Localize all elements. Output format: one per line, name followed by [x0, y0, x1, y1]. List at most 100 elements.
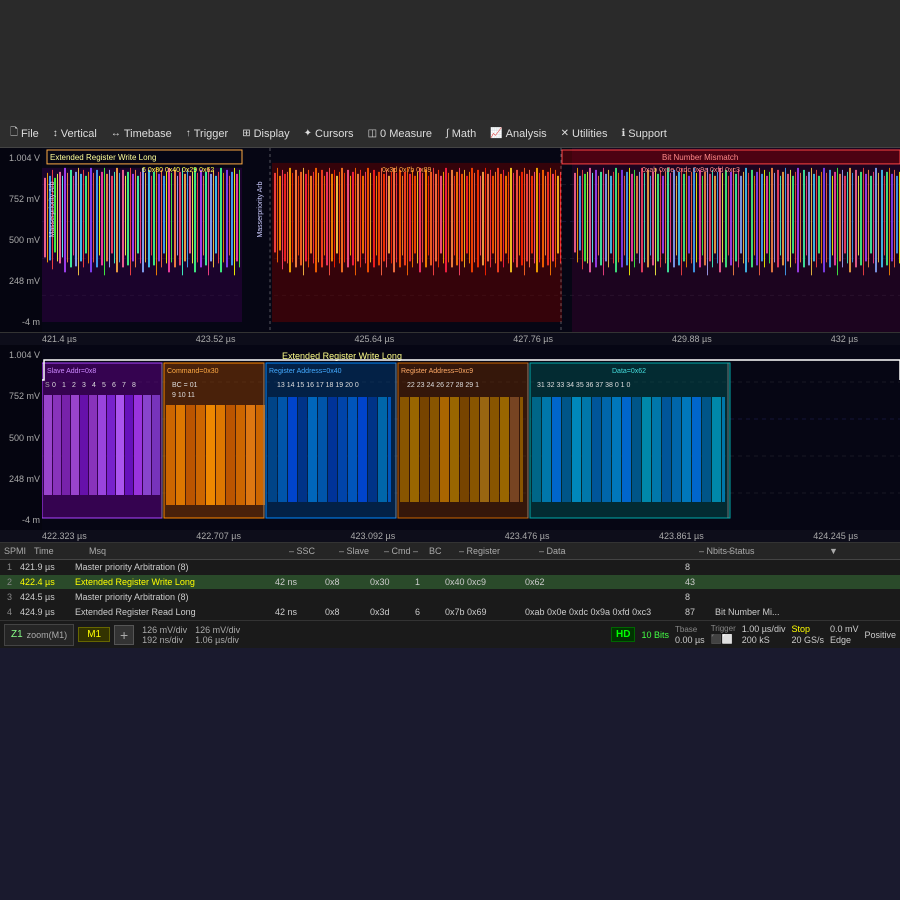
x-label-t4: 427.76 µs: [513, 334, 553, 344]
row1-msg: Master priority Arbitration (8): [71, 561, 271, 573]
row1-slave: [321, 561, 366, 573]
menu-vertical[interactable]: ↕ Vertical: [47, 126, 103, 142]
row2-status: [711, 576, 811, 588]
y-label-5: -4 m: [2, 317, 40, 327]
add-channel-button[interactable]: +: [114, 625, 134, 645]
svg-text:5: 5: [102, 382, 106, 389]
svg-text:13 14 15 16 17 18 19 20: 13 14 15 16 17 18 19 20 0: [277, 382, 359, 389]
rate1: 1.00 µs/div: [742, 624, 786, 634]
svg-text:Slave Addr=0x8: Slave Addr=0x8: [47, 368, 96, 375]
row1-status: [711, 561, 811, 573]
scope-container: 🗋 File ↕ Vertical ↔ Timebase ↑ Trigger ⊞…: [0, 120, 900, 648]
support-icon: ℹ: [621, 128, 625, 139]
menu-file[interactable]: 🗋 File: [4, 123, 45, 144]
channel-m1[interactable]: M1: [78, 627, 110, 642]
row3-time: 424.5 µs: [16, 591, 71, 603]
row3-slave: [321, 591, 366, 603]
th-data: – Data: [535, 545, 695, 557]
svg-text:Data=0x62: Data=0x62: [612, 368, 646, 375]
hd-badge: HD: [611, 627, 635, 642]
y-axis-bottom: 1.004 V 752 mV 500 mV 248 mV -4 m: [0, 345, 42, 530]
trigger-group: Trigger ⬛⬜: [711, 624, 736, 645]
row4-status: Bit Number Mi...: [711, 606, 811, 618]
y-label-2: 752 mV: [2, 194, 40, 204]
svg-text:Bit Number Mismatch: Bit Number Mismatch: [662, 153, 738, 162]
row2-nbits: 43: [681, 576, 711, 588]
status-right: HD 10 Bits Tbase 0.00 µs Trigger ⬛⬜ 1.00…: [611, 624, 896, 645]
svg-text:Masserpriority Arb: Masserpriority Arb: [257, 181, 264, 237]
x-label-t5: 429.88 µs: [672, 334, 712, 344]
row3-cmd: [366, 591, 411, 603]
menu-support[interactable]: ℹ Support: [615, 126, 672, 142]
row2-bc: 1: [411, 576, 441, 588]
waveform-canvas-bottom: Extended Register Write Long Slave Addr=…: [42, 345, 900, 530]
svg-text:22 23 24 26 27 28 29 1: 22 23 24 26 27 28 29 1: [407, 382, 479, 389]
menu-bar: 🗋 File ↕ Vertical ↔ Timebase ↑ Trigger ⊞…: [0, 120, 900, 148]
menu-analysis[interactable]: 📈 Analysis: [484, 126, 552, 142]
th-bc: BC: [425, 545, 455, 557]
row1-reg: [441, 561, 521, 573]
row4-data: 0xab 0x0e 0xdc 0x9a 0xfd 0xc3: [521, 606, 681, 618]
svg-text:0xab 0x0e 0xdc 0x9a 0xfd: 0xab 0x0e 0xdc 0x9a 0xfd 0xc3: [642, 167, 740, 174]
menu-cursors[interactable]: ✦ Cursors: [298, 126, 360, 142]
svg-text:4: 4: [92, 382, 96, 389]
th-time: Time: [30, 545, 85, 557]
timebase-icon: ↔: [111, 128, 121, 139]
y-axis-top: 1.004 V 752 mV 500 mV 248 mV -4 m: [0, 148, 42, 332]
row-num-1: 1: [0, 561, 16, 573]
svg-text:1: 1: [62, 382, 66, 389]
menu-timebase[interactable]: ↔ Timebase: [105, 126, 178, 142]
row4-reg: 0x7b 0x69: [441, 606, 521, 618]
bits-value: 10 Bits: [641, 630, 669, 640]
y-label-4: 248 mV: [2, 276, 40, 286]
scale-info-2: 126 mV/div 1.06 µs/div: [195, 625, 240, 645]
row4-msg: Extended Register Read Long: [71, 606, 271, 618]
zoom-m1-label: zoom(M1): [27, 630, 68, 640]
y-label-b4: 248 mV: [2, 474, 40, 484]
row1-nbits: 8: [681, 561, 711, 573]
tbase-value: 0.00 µs: [675, 635, 705, 645]
row2-ssc: 42 ns: [271, 576, 321, 588]
svg-text:0x3d 0x7b 0x89: 0x3d 0x7b 0x89: [382, 167, 431, 174]
display-icon: ⊞: [242, 128, 250, 139]
menu-measure[interactable]: ◫ 0 Measure: [362, 126, 438, 142]
row1-time: 421.9 µs: [16, 561, 71, 573]
mode-group: Stop 20 GS/s: [791, 624, 824, 645]
row1-data: [521, 561, 681, 573]
x-label-b1: 422.323 µs: [42, 531, 87, 541]
row3-reg: [441, 591, 521, 603]
top-border: [0, 0, 900, 120]
scale-mv-div-2: 126 mV/div: [195, 625, 240, 635]
rate-group: 1.00 µs/div 200 kS: [742, 624, 786, 645]
menu-display[interactable]: ⊞ Display: [236, 126, 295, 142]
svg-text:9 10 11: 9 10 11: [172, 392, 195, 399]
x-label-t6: 432 µs: [831, 334, 858, 344]
edge-group: 0.0 mV Edge: [830, 624, 859, 645]
y-label-b2: 752 mV: [2, 391, 40, 401]
row2-data: 0x62: [521, 576, 681, 588]
x-label-b3: 423.092 µs: [351, 531, 396, 541]
svg-text:6 0x80 0x40 0x29 0x62: 6 0x80 0x40 0x29 0x62: [142, 167, 214, 174]
th-ssc: – SSC: [285, 545, 335, 557]
row3-status: [711, 591, 811, 603]
menu-trigger[interactable]: ↑ Trigger: [180, 126, 234, 142]
svg-text:Extended Register Write Long: Extended Register Write Long: [50, 153, 156, 162]
positive-group: Positive: [864, 630, 896, 640]
th-cmd: – Cmd –: [380, 545, 425, 557]
th-sort: ▼: [825, 545, 845, 557]
x-label-b2: 422.707 µs: [196, 531, 241, 541]
scale-us-div-2: 1.06 µs/div: [195, 635, 240, 645]
row4-ssc: 42 ns: [271, 606, 321, 618]
row2-msg: Extended Register Write Long: [71, 576, 271, 588]
menu-utilities[interactable]: ✕ Utilities: [555, 126, 614, 142]
svg-text:Command=0x30: Command=0x30: [167, 368, 219, 375]
positive-label: Positive: [864, 630, 896, 640]
tbase-label: Tbase: [675, 625, 705, 634]
th-msg: Msq: [85, 545, 285, 557]
x-label-t2: 423.52 µs: [196, 334, 236, 344]
row1-bc: [411, 561, 441, 573]
x-label-b5: 423.861 µs: [659, 531, 704, 541]
menu-math[interactable]: ∫ Math: [440, 126, 482, 142]
trigger-label: Trigger: [711, 624, 736, 633]
trigger-icon: ↑: [186, 128, 191, 139]
